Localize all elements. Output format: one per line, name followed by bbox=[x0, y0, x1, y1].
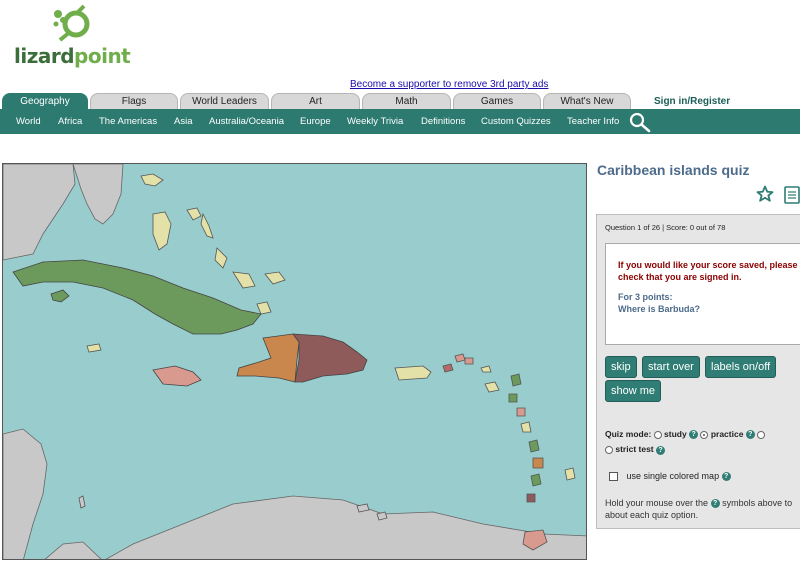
hold-mouse-hint: Hold your mouse over the ? symbols above… bbox=[605, 498, 793, 520]
nav-weekly-trivia[interactable]: Weekly Trivia bbox=[347, 116, 403, 127]
score-status: Question 1 of 26 | Score: 0 out of 78 bbox=[605, 223, 726, 232]
show-me-button[interactable]: show me bbox=[605, 380, 662, 402]
caicos-island bbox=[256, 301, 272, 315]
tab-world-leaders[interactable]: World Leaders bbox=[180, 93, 269, 109]
dominican-republic-country bbox=[292, 333, 368, 383]
practice-mode-label: practice bbox=[710, 429, 744, 439]
tab-games[interactable]: Games bbox=[453, 93, 541, 109]
tab-flags[interactable]: Flags bbox=[90, 93, 178, 109]
cayman-island bbox=[86, 343, 102, 353]
bahamas-island bbox=[200, 212, 214, 239]
anguilla-island bbox=[480, 365, 492, 373]
nav-definitions[interactable]: Definitions bbox=[421, 116, 465, 127]
nav-custom-quizzes[interactable]: Custom Quizzes bbox=[481, 116, 551, 127]
bahamas-island bbox=[152, 211, 172, 251]
haiti-country bbox=[236, 333, 300, 383]
timed-radio[interactable] bbox=[757, 430, 766, 439]
grenada-island bbox=[526, 493, 536, 503]
virgin-island bbox=[464, 357, 474, 365]
help-icon[interactable]: ? bbox=[745, 430, 755, 440]
barbados-island bbox=[564, 467, 576, 481]
nav-australia-oceania[interactable]: Australia/Oceania bbox=[209, 116, 284, 127]
strict-test-row: strict test ? bbox=[605, 444, 800, 455]
start-over-button[interactable]: start over bbox=[642, 356, 700, 378]
nav-europe[interactable]: Europe bbox=[300, 116, 331, 127]
sign-in-note: If you would like your score saved, plea… bbox=[618, 260, 798, 282]
lesser-antilles-island bbox=[520, 421, 532, 433]
quiz-title: Caribbean islands quiz bbox=[597, 162, 750, 178]
help-icon[interactable]: ? bbox=[689, 430, 699, 440]
star-icon[interactable] bbox=[756, 185, 774, 203]
quiz-panel: Question 1 of 26 | Score: 0 out of 78 If… bbox=[596, 214, 800, 529]
bahamas-island bbox=[214, 247, 228, 269]
lizardpoint-logo[interactable]: lizardpoint bbox=[14, 4, 131, 72]
question-box: If you would like your score saved, plea… bbox=[605, 243, 800, 345]
lizard-logo-icon bbox=[53, 4, 90, 42]
question-prompt: Where is Barbuda? bbox=[618, 304, 701, 314]
lesser-antilles-island bbox=[508, 393, 518, 403]
small-island bbox=[78, 495, 86, 509]
caribbean-map[interactable] bbox=[2, 163, 587, 560]
single-color-checkbox[interactable] bbox=[609, 472, 618, 482]
tab-geography[interactable]: Geography bbox=[2, 93, 88, 109]
isle-of-youth-island bbox=[50, 289, 70, 303]
bahamas-island bbox=[232, 271, 256, 289]
nav-asia[interactable]: Asia bbox=[174, 116, 192, 127]
lesser-antilles-island bbox=[528, 439, 540, 453]
tab-math[interactable]: Math bbox=[362, 93, 451, 109]
bahamas-island bbox=[140, 173, 164, 187]
virgin-island bbox=[442, 363, 454, 373]
lesser-antilles-island bbox=[510, 373, 522, 387]
skip-button[interactable]: skip bbox=[605, 356, 637, 378]
nav-the-americas[interactable]: The Americas bbox=[99, 116, 157, 127]
virgin-island bbox=[454, 353, 466, 363]
central-america-landmass bbox=[44, 541, 102, 559]
study-radio[interactable] bbox=[653, 430, 662, 439]
lesser-antilles-island bbox=[532, 457, 544, 469]
single-color-label: use single colored map bbox=[626, 471, 720, 481]
quiz-mode-options: Quiz mode: study ? practice ? strict tes… bbox=[605, 429, 800, 455]
points-label: For 3 points: bbox=[618, 292, 673, 302]
tab-whats-new[interactable]: What's New bbox=[543, 93, 631, 109]
lesser-antilles-island bbox=[530, 473, 542, 487]
bahamas-island bbox=[186, 207, 202, 221]
nav-africa[interactable]: Africa bbox=[58, 116, 82, 127]
cuba-island bbox=[12, 259, 262, 335]
lesser-antilles-island bbox=[484, 381, 500, 393]
document-icon[interactable] bbox=[784, 186, 800, 204]
labels-toggle-button[interactable]: labels on/off bbox=[705, 356, 777, 378]
yucatan-landmass bbox=[3, 428, 48, 559]
strict-test-label: strict test bbox=[615, 444, 654, 455]
study-mode-label: study bbox=[664, 429, 687, 439]
become-supporter-link[interactable]: Become a supporter to remove 3rd party a… bbox=[350, 79, 548, 90]
turks-caicos-island bbox=[264, 271, 286, 285]
caribbean-map-svg[interactable] bbox=[3, 164, 587, 560]
strict-test-radio[interactable] bbox=[605, 446, 613, 454]
florida-landmass bbox=[72, 164, 124, 225]
question-text: For 3 points: Where is Barbuda? bbox=[618, 291, 700, 315]
puerto-rico-island bbox=[394, 365, 432, 381]
south-america-landmass bbox=[105, 495, 586, 559]
sign-in-register-link[interactable]: Sign in/Register bbox=[654, 96, 730, 107]
region-navbar: World Africa The Americas Asia Australia… bbox=[0, 109, 800, 134]
search-icon[interactable] bbox=[628, 111, 652, 133]
nav-teacher-info[interactable]: Teacher Info bbox=[567, 116, 619, 127]
help-icon: ? bbox=[710, 499, 720, 509]
lesser-antilles-island bbox=[516, 407, 526, 417]
help-icon[interactable]: ? bbox=[721, 472, 731, 482]
single-color-option: use single colored map ? bbox=[609, 471, 731, 482]
practice-radio[interactable] bbox=[700, 430, 709, 439]
jamaica-island bbox=[152, 365, 202, 387]
mexico-landmass bbox=[3, 164, 76, 261]
help-icon[interactable]: ? bbox=[656, 445, 666, 455]
tab-art[interactable]: Art bbox=[271, 93, 360, 109]
logo-wordmark: lizardpoint bbox=[14, 44, 131, 68]
quiz-mode-label: Quiz mode: bbox=[605, 429, 652, 439]
nav-world[interactable]: World bbox=[16, 116, 41, 127]
